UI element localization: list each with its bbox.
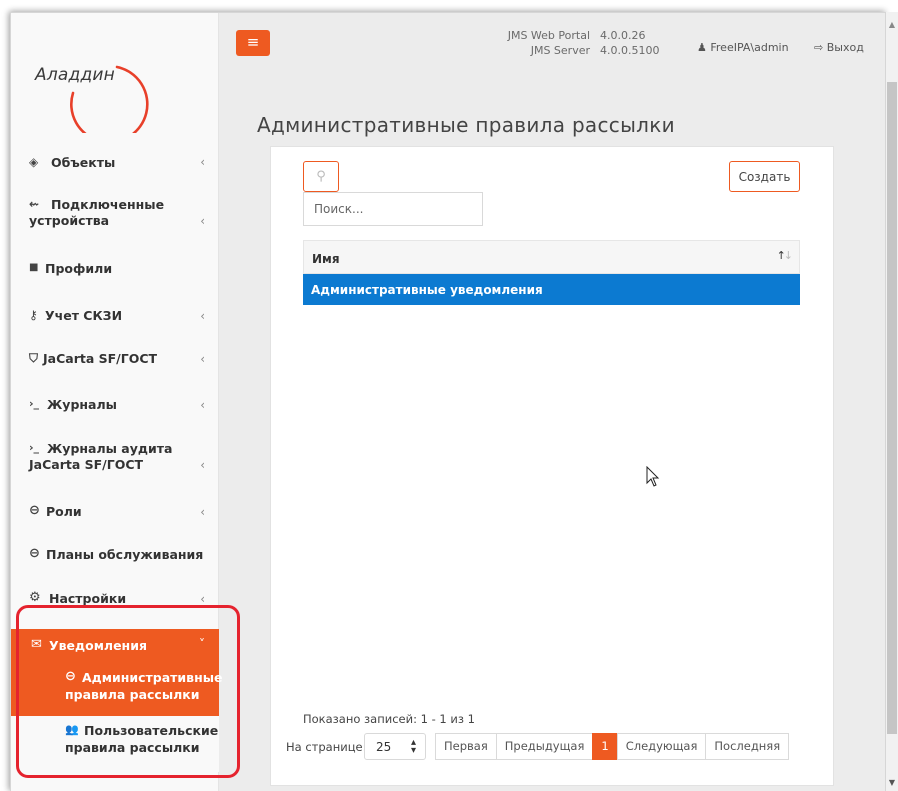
sidebar-subitem-label: Административные [82, 670, 223, 685]
portal-version: 4.0.0.26 [600, 29, 646, 42]
pager-prev-button[interactable]: Предыдущая [495, 733, 594, 760]
sidebar-item-roles[interactable]: ⊖ Роли ‹ [11, 500, 219, 530]
chevron-left-icon: ‹ [200, 352, 205, 366]
sidebar-item-label: Роли [46, 504, 82, 519]
logout-label: Выход [826, 41, 864, 54]
gears-icon: ⚙ [29, 590, 41, 605]
sidebar-item-objects[interactable]: ◈ Объекты ‹ [11, 143, 219, 183]
chevron-left-icon: ‹ [200, 155, 205, 169]
users-icon: 👥 [65, 723, 79, 736]
terminal-icon: ›_ [29, 397, 40, 410]
per-page-label: На странице: [286, 740, 367, 754]
sidebar-item-settings[interactable]: ⚙ Настройки ‹ [11, 587, 219, 617]
scroll-up-arrow-icon[interactable]: ▲ [886, 20, 898, 29]
user-circle-icon: ⊖ [29, 546, 40, 561]
mouse-cursor-icon [646, 466, 660, 487]
records-info: Показано записей: 1 - 1 из 1 [303, 712, 475, 726]
sidebar-subitem-user-rules[interactable]: 👥 Пользовательские правила рассылки [11, 716, 219, 772]
sidebar-item-label: Настройки [49, 591, 127, 606]
sidebar-item-label: Планы обслуживания [46, 547, 204, 562]
user-circle-icon: ⊖ [29, 503, 40, 518]
table-row[interactable]: Административные уведомления [303, 274, 800, 305]
logo-text: Аладдин [35, 65, 115, 85]
terminal-icon: ›_ [29, 441, 40, 454]
sidebar-item-label: JaCarta SF/ГОСТ [43, 351, 158, 366]
sidebar-item-label-line2: устройства [29, 213, 110, 228]
sidebar-item-label: Учет СКЗИ [45, 308, 123, 323]
per-page-value: 25 [376, 740, 392, 754]
sidebar-item-label-line2: JaCarta SF/ГОСТ [29, 457, 144, 472]
user-menu[interactable]: ♟ FreeIPA\admin [697, 41, 789, 54]
column-header-name[interactable]: Имя [312, 252, 340, 266]
sidebar-item-jacarta[interactable]: ⛉ JaCarta SF/ГОСТ ‹ [11, 347, 219, 377]
table-header: Имя ↑↓ [303, 240, 800, 274]
sidebar-item-notifications[interactable]: ✉ Уведомления ˅ [11, 629, 219, 663]
envelope-icon: ✉ [31, 637, 42, 652]
sidebar-item-label: Журналы [47, 397, 117, 412]
sidebar-item-maintenance-plans[interactable]: ⊖ Планы обслуживания [11, 543, 219, 573]
sidebar-item-label: Журналы аудита [47, 441, 173, 456]
logout-link[interactable]: ⇨ Выход [814, 41, 864, 54]
shield-icon: ⛉ [29, 351, 39, 365]
version-info: JMS Web Portal 4.0.0.26 JMS Server 4.0.0.5… [508, 28, 660, 58]
chevron-left-icon: ‹ [200, 505, 205, 519]
create-button[interactable]: Создать [729, 161, 800, 192]
folder-icon: ■ [29, 262, 39, 273]
user-circle-icon: ⊖ [65, 669, 76, 684]
user-icon: ♟ [697, 41, 707, 54]
logout-icon: ⇨ [814, 41, 824, 54]
sidebar-item-connected-devices[interactable]: ⇜ Подключенные устройства ‹ [11, 193, 219, 241]
sidebar-item-skzi[interactable]: ⚷ Учет СКЗИ ‹ [11, 304, 219, 334]
app-shell: Аладдин ◈ Объекты ‹ ⇜ Подключенные устро… [0, 0, 898, 791]
chevron-left-icon: ‹ [200, 398, 205, 412]
usb-icon: ⇜ [29, 197, 40, 211]
key-icon: ⚷ [29, 308, 38, 322]
sidebar: Аладдин ◈ Объекты ‹ ⇜ Подключенные устро… [11, 13, 223, 791]
scrollbar[interactable]: ▲ ▼ [886, 12, 898, 791]
search-input[interactable] [303, 192, 483, 226]
sidebar-subitem-label-line2: правила рассылки [65, 740, 200, 755]
search-icon: ⚲ [316, 169, 326, 184]
chevron-left-icon: ‹ [200, 214, 205, 228]
server-label: JMS Server [530, 44, 590, 57]
search-button[interactable]: ⚲ [303, 161, 339, 192]
chevron-down-icon: ˅ [199, 637, 205, 651]
sidebar-item-label: Объекты [51, 155, 116, 170]
logo[interactable]: Аладдин [11, 13, 219, 133]
pager-last-button[interactable]: Последняя [705, 733, 790, 760]
server-version: 4.0.0.5100 [600, 44, 660, 57]
pagination: Первая Предыдущая 1 Следующая Последняя [435, 733, 790, 760]
sidebar-item-audit-logs[interactable]: ›_ Журналы аудита JaCarta SF/ГОСТ ‹ [11, 437, 219, 485]
per-page-select[interactable]: 25 ▴ ▾ [364, 733, 426, 760]
sort-icon[interactable]: ↑↓ [777, 249, 794, 262]
sidebar-item-label: Уведомления [49, 638, 147, 653]
diamond-icon: ◈ [29, 155, 39, 169]
pager-current-page[interactable]: 1 [592, 733, 618, 760]
pager-first-button[interactable]: Первая [435, 733, 497, 760]
select-arrows-icon: ▴ ▾ [410, 737, 416, 756]
chevron-left-icon: ‹ [200, 309, 205, 323]
chevron-left-icon: ‹ [200, 458, 205, 472]
chevron-left-icon: ‹ [200, 592, 205, 606]
scroll-thumb[interactable] [887, 82, 897, 734]
sidebar-item-label: Профили [45, 261, 113, 276]
sidebar-item-label: Подключенные [51, 197, 165, 212]
sidebar-subitem-label: Пользовательские [84, 723, 219, 738]
pager-next-button[interactable]: Следующая [616, 733, 707, 760]
sidebar-subitem-label-line2: правила рассылки [65, 687, 200, 702]
page-title: Административные правила рассылки [257, 113, 675, 137]
scroll-down-arrow-icon[interactable]: ▼ [886, 778, 898, 787]
sidebar-item-logs[interactable]: ›_ Журналы ‹ [11, 393, 219, 423]
user-name: FreeIPA\admin [710, 41, 789, 54]
portal-label: JMS Web Portal [507, 29, 590, 42]
menu-toggle-button[interactable]: ≡ [236, 30, 270, 56]
sidebar-item-profiles[interactable]: ■ Профили [11, 257, 219, 287]
sidebar-subitem-admin-rules[interactable]: ⊖ Административные правила рассылки [11, 663, 223, 716]
table-cell-name: Административные уведомления [311, 283, 543, 297]
